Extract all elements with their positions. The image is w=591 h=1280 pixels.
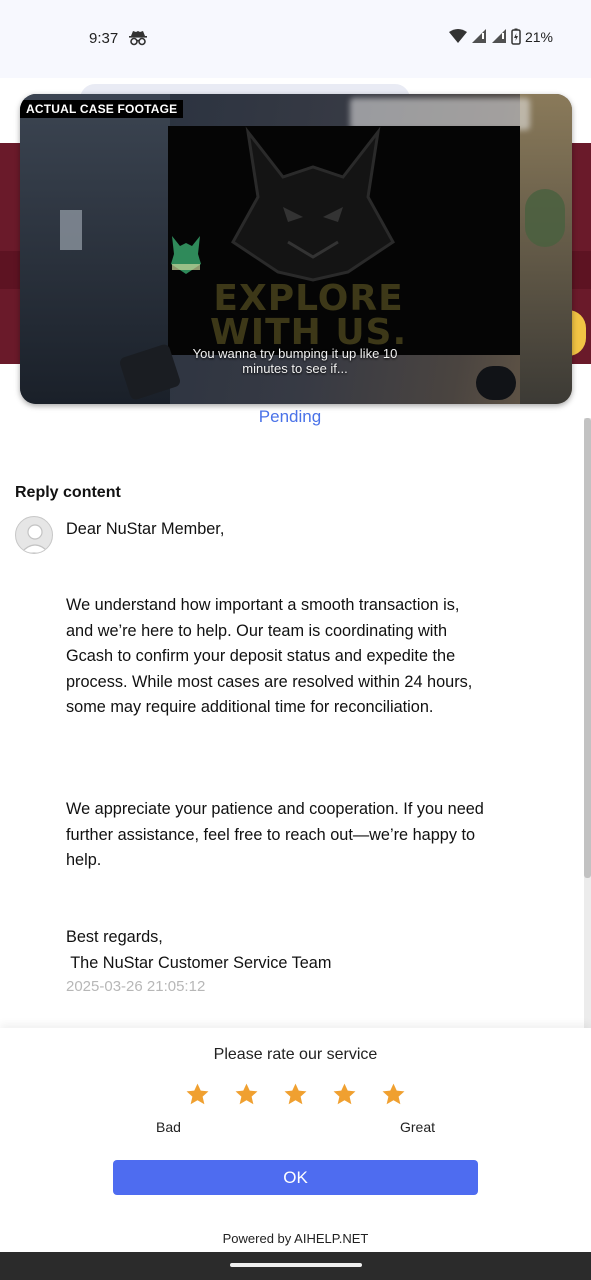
reply-paragraph: We understand how important a smooth tra… <box>66 596 473 716</box>
scrollbar[interactable] <box>584 418 591 1028</box>
ok-button[interactable]: OK <box>113 1160 478 1195</box>
rating-label-bad: Bad <box>156 1119 181 1135</box>
video-wall-frame <box>60 210 82 250</box>
star-icon[interactable] <box>283 1082 308 1107</box>
ticket-status: Pending <box>258 407 322 426</box>
signal-icon <box>491 29 507 44</box>
status-bar: 9:37 21% <box>0 0 591 78</box>
wolf-graphic <box>231 126 395 282</box>
reply-signature: The NuStar Customer Service Team <box>66 954 332 972</box>
star-icon[interactable] <box>332 1082 357 1107</box>
reply-timestamp: 2025-03-26 21:05:12 <box>66 978 206 995</box>
reply-section-title: Reply content <box>15 484 121 501</box>
scrollbar-thumb[interactable] <box>584 418 591 878</box>
star-rating[interactable] <box>185 1082 406 1107</box>
rating-label-great: Great <box>400 1119 436 1135</box>
powered-by-footer: Powered by AIHELP.NET <box>222 1231 369 1246</box>
video-plant <box>525 189 565 247</box>
video-tag-label: ACTUAL CASE FOOTAGE <box>20 100 184 118</box>
user-avatar-icon <box>20 524 50 553</box>
incognito-icon <box>128 29 148 52</box>
avatar <box>15 516 53 554</box>
rating-title: Please rate our service <box>213 1046 378 1063</box>
video-desk-mouse <box>476 366 516 400</box>
signal-icon <box>471 29 487 44</box>
pip-video-player[interactable]: EXPLORE WITH US. You wanna try bumping it… <box>20 94 572 404</box>
reply-greeting: Dear NuStar Member, <box>66 520 225 538</box>
video-caption: You wanna try bumping it up like 10 minu… <box>192 346 398 376</box>
star-icon[interactable] <box>185 1082 210 1107</box>
video-screen-text: EXPLORE WITH US. <box>210 278 408 353</box>
home-gesture-handle[interactable] <box>230 1263 362 1267</box>
video-background-right <box>520 94 572 404</box>
rating-panel: Please rate our service Bad Great OK Pow… <box>0 1028 591 1252</box>
system-nav-bar <box>0 1252 591 1280</box>
star-icon[interactable] <box>234 1082 259 1107</box>
wolf-logo-icon <box>171 236 201 274</box>
battery-percent: 21% <box>524 28 553 45</box>
reply-paragraph: We appreciate your patience and cooperat… <box>66 800 484 869</box>
wifi-icon <box>448 29 467 44</box>
battery-charging-icon <box>511 28 521 45</box>
status-time: 9:37 <box>89 30 119 47</box>
star-icon[interactable] <box>381 1082 406 1107</box>
reply-closing: Best regards, <box>66 928 163 946</box>
